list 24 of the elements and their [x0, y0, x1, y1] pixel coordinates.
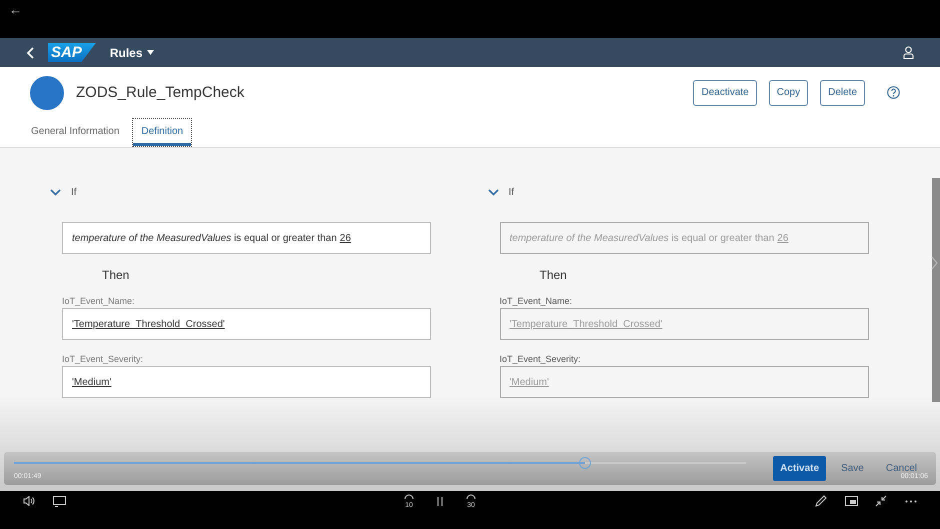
field-label: IoT_Event_Severity: [500, 354, 582, 364]
field-label: IoT_Event_Severity: [62, 354, 144, 364]
if-label: If [71, 186, 77, 198]
action-button[interactable]: Deactivate [693, 80, 757, 106]
action-button[interactable]: Delete [820, 80, 865, 106]
input-field: 'Temperature_Threshold_Crossed' [500, 308, 868, 340]
action-button[interactable]: Copy [768, 80, 808, 106]
condition-field: temperature of the MeasuredValues is equal or greater than 26 [500, 222, 868, 254]
condition-field[interactable]: temperature of the MeasuredValues is equal or greater than 26 [62, 222, 431, 254]
input-field: 'Medium' [500, 366, 868, 398]
input-field[interactable]: 'Temperature_Threshold_Crossed' [62, 308, 431, 340]
page-title: ZODS_Rule_TempCheck [76, 84, 244, 101]
rules-menu[interactable]: Rules [110, 46, 154, 60]
tab[interactable]: Definition [132, 118, 192, 147]
then-label: Then [102, 268, 130, 282]
if-label: If [508, 186, 514, 198]
field-label: IoT_Event_Name: [500, 296, 574, 306]
tab[interactable]: General Information [22, 118, 128, 147]
then-label: Then [540, 268, 568, 282]
back-button[interactable]: ← [9, 2, 22, 17]
input-field[interactable]: 'Medium' [62, 366, 431, 398]
field-label: IoT_Event_Name: [62, 296, 136, 306]
logo: SAP [48, 43, 96, 62]
activate-button[interactable]: Activate [773, 456, 826, 481]
